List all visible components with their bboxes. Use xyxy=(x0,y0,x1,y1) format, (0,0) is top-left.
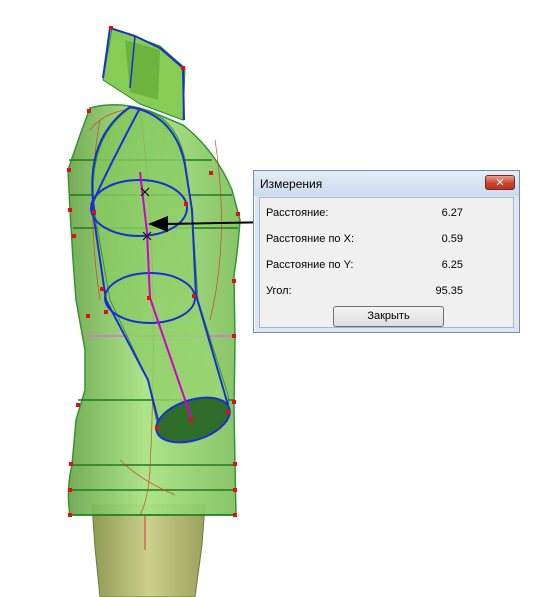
dialog-client-area: Расстояние: 6.27 Расстояние по X: 0.59 Р… xyxy=(259,197,514,328)
close-icon[interactable]: ✕ xyxy=(485,175,515,190)
measurement-row-angle: Угол: 95.35 xyxy=(266,285,463,299)
measurement-label: Расстояние: xyxy=(266,207,329,219)
measurement-value: 0.59 xyxy=(441,233,463,245)
measurement-label: Угол: xyxy=(266,285,292,297)
measurement-label: Расстояние по X: xyxy=(266,233,354,245)
measurement-value: 6.27 xyxy=(441,207,463,219)
measurement-label: Расстояние по Y: xyxy=(266,259,354,271)
measurements-dialog: Измерения ✕ Расстояние: 6.27 Расстояние … xyxy=(253,170,520,333)
dialog-title: Измерения xyxy=(260,177,323,191)
measurement-value: 6.25 xyxy=(441,259,463,271)
mannequin-legs xyxy=(91,504,206,597)
measurement-row-distance: Расстояние: 6.27 xyxy=(266,207,463,221)
close-button[interactable]: Закрыть xyxy=(333,306,444,327)
measurement-value: 95.35 xyxy=(435,285,463,297)
dialog-titlebar[interactable]: Измерения ✕ xyxy=(254,171,519,196)
measurement-row-distance-y: Расстояние по Y: 6.25 xyxy=(266,259,463,273)
measurement-row-distance-x: Расстояние по X: 0.59 xyxy=(266,233,463,247)
neck-shade xyxy=(125,40,160,100)
